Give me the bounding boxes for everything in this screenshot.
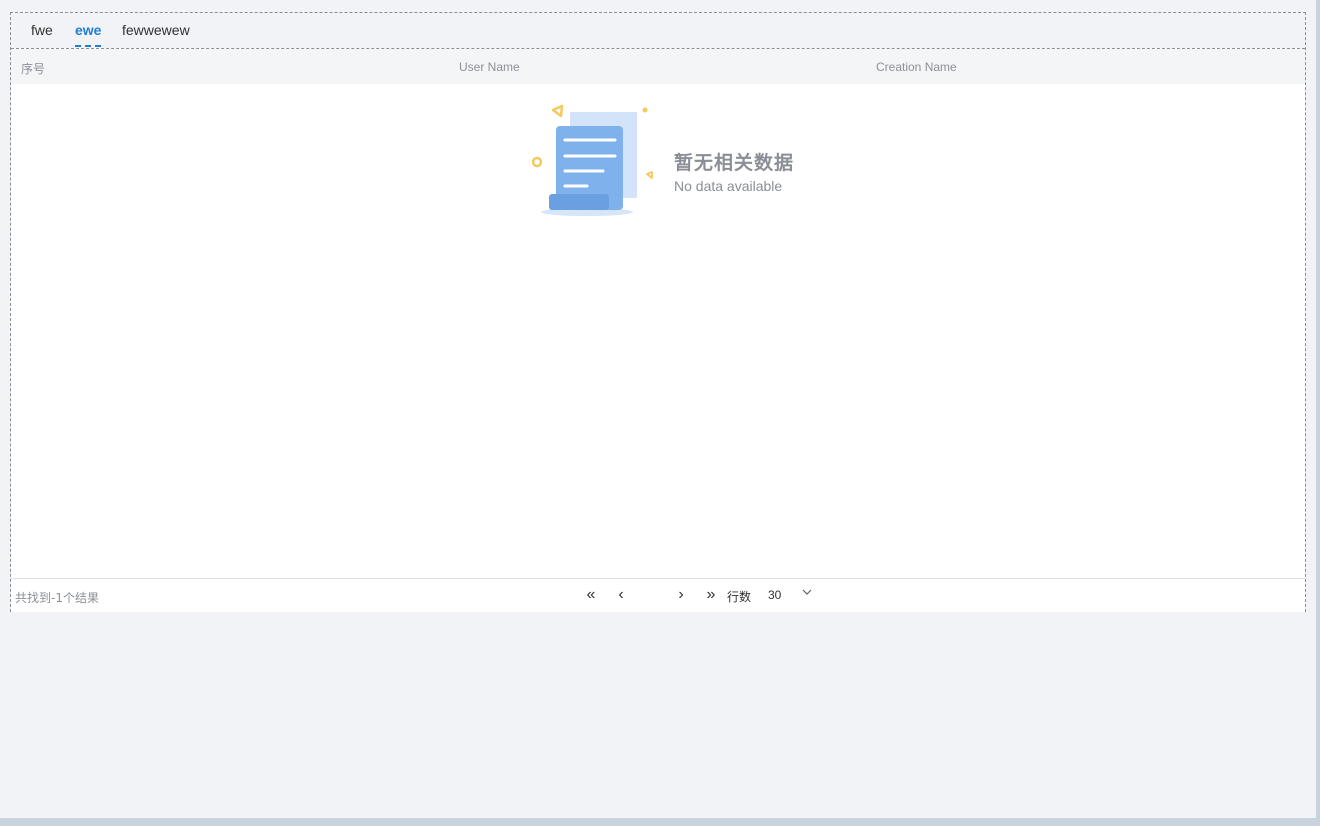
column-header-creation-name[interactable]: Creation Name [876, 60, 957, 74]
viewport: fwe ewe fewwewew 序号 User Name Creation N… [0, 0, 1316, 818]
table-header: 序号 User Name Creation Name [11, 49, 1305, 84]
result-count: 共找到-1个结果 [15, 591, 99, 605]
empty-state-title: 暂无相关数据 [674, 152, 795, 174]
chevron-down-icon [802, 589, 812, 595]
tab-ewe[interactable]: ewe [75, 22, 102, 47]
next-page-button[interactable]: › [672, 585, 690, 605]
last-page-button[interactable]: » [702, 585, 720, 605]
empty-state: 暂无相关数据 No data available [526, 104, 826, 234]
tab-label: fwe [31, 22, 53, 38]
tab-fwe[interactable]: fwe [31, 22, 53, 38]
tab-label: ewe [75, 22, 102, 38]
active-tab-indicator [75, 45, 102, 47]
rows-per-page-select[interactable]: 30 [763, 583, 817, 607]
first-page-button[interactable]: « [582, 585, 600, 605]
empty-document-icon [531, 104, 653, 216]
data-grid: 序号 User Name Creation Name 暂无相关数据 No dat… [11, 48, 1305, 612]
empty-state-subtitle: No data available [674, 178, 783, 194]
column-header-user-name[interactable]: User Name [459, 60, 520, 74]
tab-panel: fwe ewe fewwewew 序号 User Name Creation N… [10, 12, 1306, 612]
column-header-index[interactable]: 序号 [21, 60, 45, 77]
rows-per-page-value: 30 [768, 588, 782, 602]
prev-page-button[interactable]: ‹ [612, 585, 630, 605]
tab-fewwewew[interactable]: fewwewew [122, 22, 190, 38]
pagination-bar: 共找到-1个结果 « ‹ › » 行数 30 [11, 578, 1305, 612]
tab-label: fewwewew [122, 22, 190, 38]
tab-bar: fwe ewe fewwewew [11, 13, 1305, 48]
table-body: 暂无相关数据 No data available [11, 84, 1305, 578]
rows-per-page-label: 行数 [727, 590, 752, 604]
